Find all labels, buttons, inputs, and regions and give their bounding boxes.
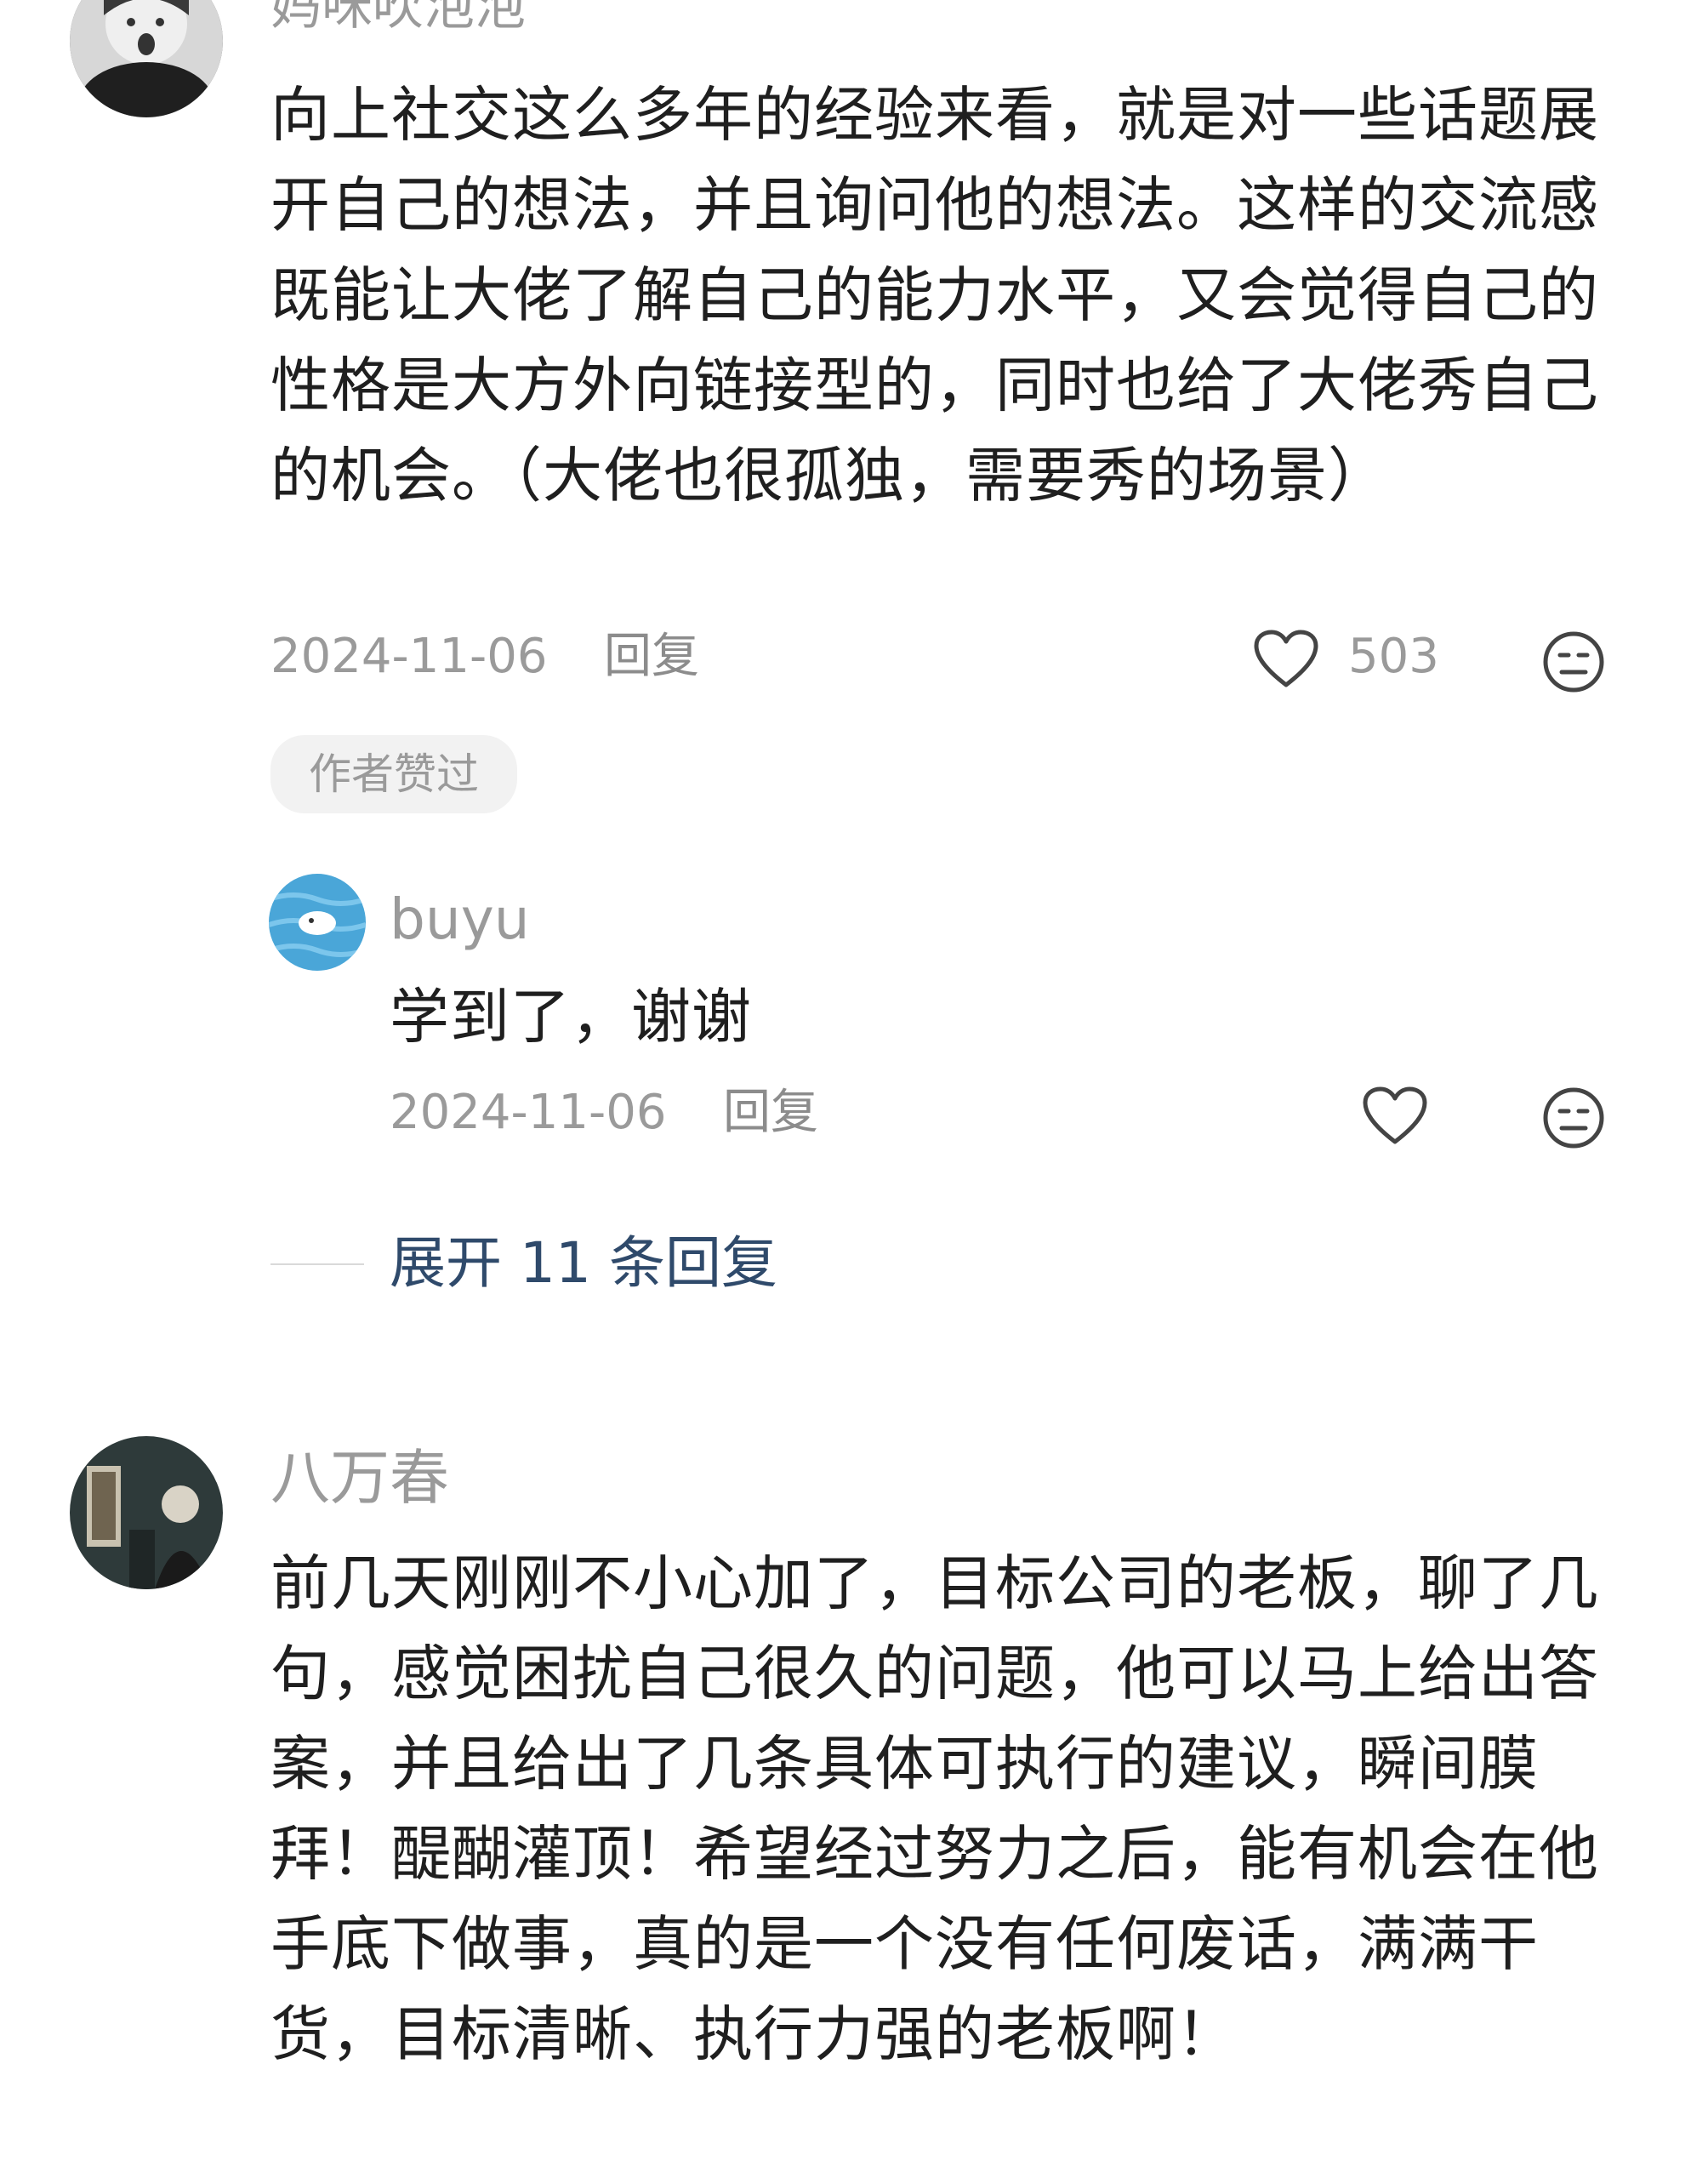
avatar-image — [70, 1436, 223, 1589]
meh-face-icon — [1543, 1087, 1604, 1149]
avatar-image — [269, 874, 366, 971]
author-liked-badge: 作者赞过 — [270, 735, 517, 813]
like-button[interactable] — [1250, 624, 1322, 695]
comment-author[interactable]: 妈咪吹泡泡 — [270, 0, 526, 32]
dislike-button[interactable] — [1538, 626, 1609, 698]
reply-button[interactable]: 回复 — [604, 633, 699, 681]
expand-replies-button[interactable]: 展开 11 条回复 — [390, 1235, 777, 1291]
reply-reply-button[interactable]: 回复 — [723, 1089, 818, 1137]
avatar[interactable] — [70, 1436, 223, 1589]
comment-author[interactable]: 八万春 — [270, 1448, 449, 1508]
reply-like-button[interactable] — [1359, 1080, 1431, 1152]
reply-body: 学到了，谢谢 — [390, 982, 752, 1052]
reply-dislike-button[interactable] — [1538, 1082, 1609, 1154]
comment-body: 向上社交这么多年的经验来看，就是对一些话题展开自己的想法，并且询问他的想法。这样… — [270, 80, 1599, 510]
heart-outline-icon — [1254, 630, 1318, 687]
expand-divider — [270, 1263, 364, 1265]
meh-face-icon — [1543, 631, 1604, 693]
avatar[interactable] — [70, 0, 223, 117]
reply-date: 2024-11-06 — [390, 1085, 667, 1140]
avatar-image — [70, 0, 223, 117]
like-count: 503 — [1348, 629, 1439, 684]
reply-avatar[interactable] — [269, 874, 366, 971]
comment-date: 2024-11-06 — [270, 629, 548, 684]
comment-body: 前几天刚刚不小心加了，目标公司的老板，聊了几句，感觉困扰自己很久的问题，他可以马… — [270, 1548, 1599, 2069]
reply-author[interactable]: buyu — [390, 892, 530, 948]
heart-outline-icon — [1363, 1086, 1427, 1144]
